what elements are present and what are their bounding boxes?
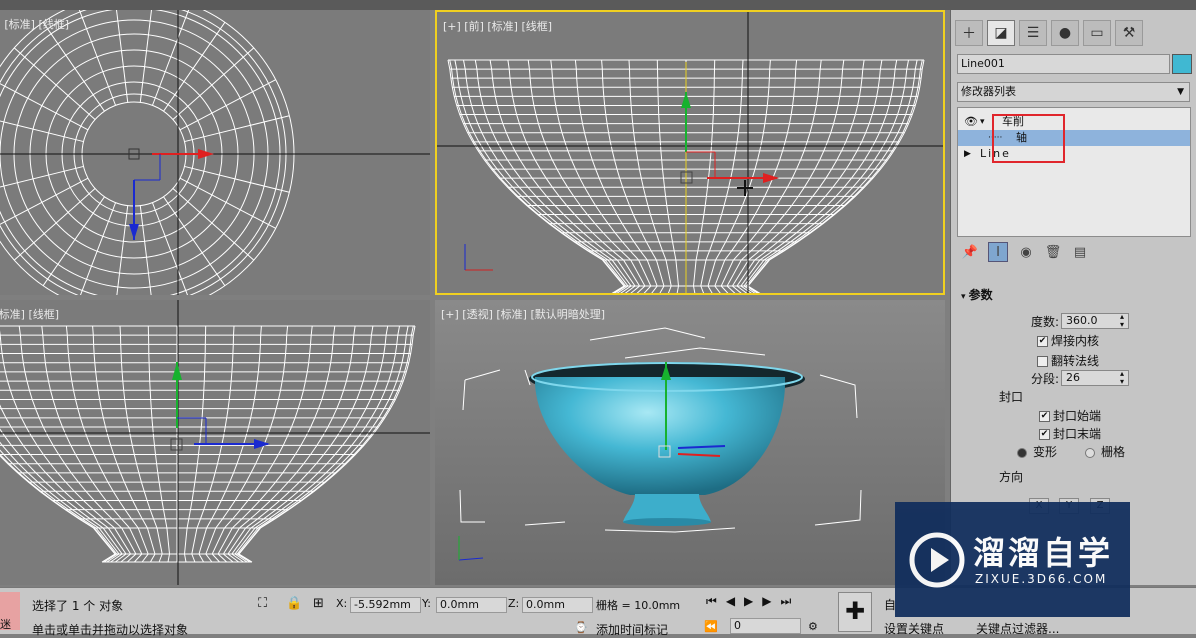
set-key-big-button[interactable]: ✚ [838,592,872,632]
prev-frame-icon[interactable]: ◀ [726,594,744,608]
x-label: X: [336,597,348,610]
display-tab-icon[interactable]: ▭ [1083,20,1111,46]
viewport-label[interactable]: [+] [前] [标准] [线框] [443,18,552,34]
z-label: Z: [508,597,520,610]
next-frame-icon[interactable]: ▶ [762,594,780,608]
selection-status: 选择了 1 个 对象 [32,599,124,613]
key-filters-button[interactable]: 关键点过滤器... [976,620,1059,637]
viewport-perspective[interactable]: [+] [透视] [标准] [默认明暗处理] [435,300,945,585]
eye-icon[interactable]: 👁 [964,114,978,130]
viewport-front[interactable]: [+] [前] [标准] [线框] [435,10,945,295]
grid-size: 栅格 = 10.0mm [596,599,681,612]
watermark-logo: 溜溜自学 ZIXUE.3D66.COM [895,502,1130,617]
grid-label: 栅格 [1101,445,1126,459]
y-coord-field[interactable]: 0.0mm [436,597,507,613]
pin-stack-icon[interactable]: 📌 [961,243,979,261]
command-panel-tabs: ＋ ◪ ☰ ● ▭ ⚒ [955,20,1143,46]
flip-normals-label: 翻转法线 [1051,354,1100,368]
create-tab-icon[interactable]: ＋ [955,20,983,46]
weld-core-checkbox[interactable]: ✔ 焊接内核 [1037,332,1099,349]
expand-minus-icon[interactable]: ▾ [980,114,985,130]
set-key-button[interactable]: 设置关键点 [884,620,944,637]
degrees-spinner[interactable]: 360.0 [1061,313,1129,329]
go-to-start-icon[interactable]: ⏮ [706,594,726,608]
segments-label: 分段: [1031,372,1060,386]
prompt-line: 单击或单击并拖动以选择对象 [32,623,189,637]
motion-tab-icon[interactable]: ● [1051,20,1079,46]
configure-sets-icon[interactable]: ▤ [1071,243,1089,261]
modifier-stack: 👁 ▾ 车削 ····· 轴 ▶ Line [957,107,1191,237]
current-frame-field[interactable]: 0 [730,618,801,634]
utilities-tab-icon[interactable]: ⚒ [1115,20,1143,46]
viewport-top[interactable]: [+] [顶] [标准] [线框] [0,10,430,295]
highlight-box [992,114,1065,163]
cap-start-checkbox[interactable]: ✔ 封口始端 [1039,407,1101,424]
weld-core-label: 焊接内核 [1051,334,1100,348]
command-panel: ＋ ◪ ☰ ● ▭ ⚒ Line001 修改器列表 ▼ 👁 ▾ 车削 ·····… [950,10,1196,585]
grid-radio[interactable]: 栅格 [1085,443,1125,460]
show-end-result-icon[interactable]: I [988,242,1008,262]
direction-group-title: 方向 [999,470,1024,484]
morph-radio[interactable]: 变形 [1017,443,1057,460]
degrees-label: 度数: [1031,315,1060,329]
viewport-left[interactable]: [+] [左] [标准] [线框] [0,300,430,585]
playback-controls: ⏮◀▶▶⏭ [706,594,800,609]
parameters-rollout-header[interactable]: ▾ 参数 [961,286,993,303]
main-toolbar [0,0,1196,10]
z-coord-field[interactable]: 0.0mm [522,597,593,613]
make-unique-icon[interactable]: ◉ [1017,243,1035,261]
object-color-swatch[interactable] [1172,54,1192,74]
play-icon[interactable]: ▶ [744,594,762,608]
cap-end-label: 封口末端 [1053,427,1102,441]
maxscript-listener[interactable]: 迷 [0,592,20,631]
capping-group-title: 封口 [999,390,1024,404]
viewport-label[interactable]: [+] [透视] [标准] [默认明暗处理] [441,306,605,322]
stack-toolbar: 📌 I ◉ 🗑 ▤ [961,242,1089,262]
time-tag-icon[interactable]: ⌚ [574,621,588,634]
y-label: Y: [422,597,431,610]
viewport-label[interactable]: [+] [左] [标准] [线框] [0,306,59,322]
play-logo-icon [909,532,965,588]
x-coord-field[interactable]: -5.592mm [350,597,421,613]
absolute-mode-icon[interactable]: ⊞ [313,596,324,611]
add-time-tag[interactable]: 添加时间标记 [596,621,668,638]
object-name-field[interactable]: Line001 [957,54,1170,74]
viewport-label[interactable]: [+] [顶] [标准] [线框] [0,16,69,32]
cap-start-label: 封口始端 [1053,409,1102,423]
isolate-icon[interactable]: ⛶ [258,596,267,611]
watermark-url: ZIXUE.3D66.COM [975,572,1108,586]
lock-icon[interactable]: 🔒 [286,596,302,611]
hierarchy-tab-icon[interactable]: ☰ [1019,20,1047,46]
top-view-wireframe [0,10,430,295]
rollout-title: 参数 [968,288,993,302]
watermark-brand: 溜溜自学 [973,534,1114,572]
go-to-end-icon[interactable]: ⏭ [781,594,801,608]
left-view-wireframe [0,300,430,585]
flip-normals-checkbox[interactable]: 翻转法线 [1037,352,1099,369]
expand-arrow-icon[interactable]: ▶ [964,146,971,162]
modifier-list-dropdown[interactable]: 修改器列表 ▼ [957,82,1190,102]
modify-tab-icon[interactable]: ◪ [987,20,1015,46]
perspective-bowl [458,327,862,561]
chevron-down-icon: ▼ [1177,87,1184,97]
segments-spinner[interactable]: 26 [1061,370,1129,386]
key-mode-icon[interactable]: ⏪ [704,620,718,633]
front-view-wireframe [437,12,943,293]
remove-modifier-icon[interactable]: 🗑 [1044,243,1062,261]
modifier-list-label: 修改器列表 [961,85,1016,98]
cap-end-checkbox[interactable]: ✔ 封口末端 [1039,425,1101,442]
maxscript-label: 迷 [0,618,11,631]
collapse-icon: ▾ [961,292,969,302]
morph-label: 变形 [1033,445,1058,459]
time-config-icon[interactable]: ⚙ [808,620,818,633]
